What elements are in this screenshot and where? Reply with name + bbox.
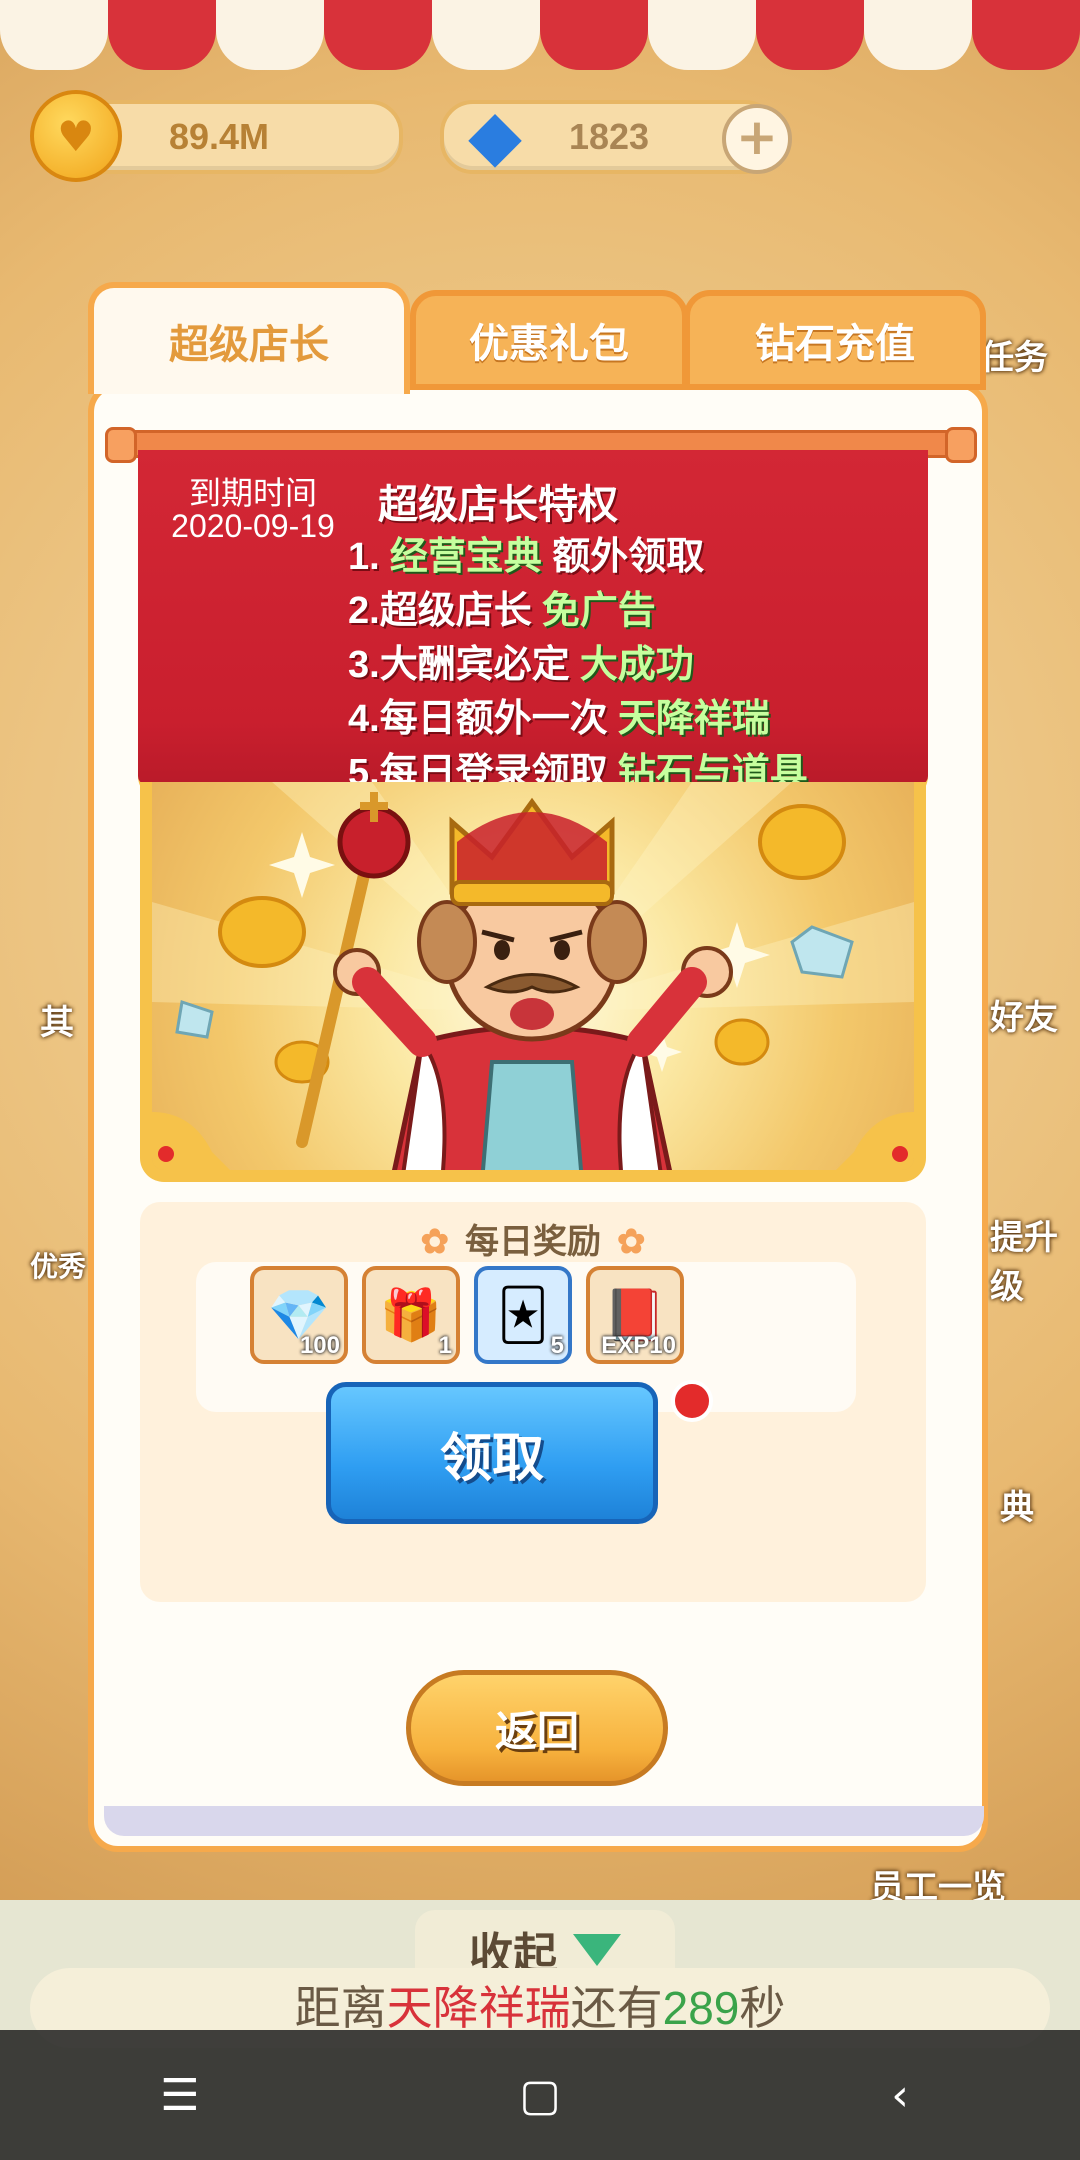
- reward-item-diamond[interactable]: 💎 100: [250, 1266, 348, 1364]
- reward-count: 1: [438, 1332, 452, 1359]
- notification-dot: [671, 1380, 713, 1422]
- tab-diamond-recharge[interactable]: 钻石充值: [684, 290, 986, 390]
- excellent-badge: 优秀: [30, 1251, 87, 1282]
- upgrade-label[interactable]: 提升级: [990, 1210, 1080, 1308]
- collapse-arrow-icon: [573, 1934, 621, 1966]
- reward-items: 💎 100 🎁 1 🃏 5 📕 EXP10: [250, 1266, 684, 1364]
- expire-date: 2020-09-19: [171, 508, 335, 544]
- card-icon: 🃏: [497, 1286, 549, 1344]
- privilege-title: 超级店长特权: [378, 483, 618, 527]
- reward-item-exp-book[interactable]: 📕 EXP10: [586, 1266, 684, 1364]
- reward-count: EXP10: [601, 1332, 676, 1359]
- tab-super-manager[interactable]: 超级店长: [88, 282, 410, 394]
- task-label[interactable]: 任务: [980, 330, 1048, 379]
- daily-reward-title: ✿ 每日奖励 ✿: [420, 1223, 646, 1261]
- privilege-item: 2.超级店长 免广告: [348, 590, 656, 632]
- reward-item-card[interactable]: 🃏 5: [474, 1266, 572, 1364]
- super-manager-dialog: 超级店长 优惠礼包 钻石充值 到期时间 2020-09-19 超级店长特权 1.…: [88, 282, 988, 1852]
- diamond-icon: ◆: [468, 94, 522, 176]
- star-icon: ✿: [420, 1223, 450, 1261]
- star-icon: ✿: [617, 1223, 646, 1261]
- menu-icon[interactable]: ☰: [130, 2045, 230, 2145]
- coin-amount: 89.4M: [168, 116, 270, 157]
- privilege-banner: 到期时间 2020-09-19 超级店长特权 1. 经营宝典 额外领取 2.超级店…: [138, 450, 928, 800]
- back-button[interactable]: 返回: [406, 1670, 668, 1786]
- reward-count: 100: [299, 1332, 340, 1359]
- privilege-list: 1. 经营宝典 额外领取 2.超级店长 免广告 3.大酬宾必定 大成功 4.每日额外一…: [348, 530, 808, 800]
- side-label-other[interactable]: 其: [40, 995, 74, 1044]
- reward-count: 5: [550, 1332, 564, 1359]
- claim-button[interactable]: 领取: [326, 1382, 658, 1524]
- add-gems-button[interactable]: +: [722, 104, 792, 174]
- friends-label[interactable]: 好友: [990, 990, 1058, 1039]
- privilege-item: 4.每日额外一次 天降祥瑞: [348, 698, 770, 740]
- shop-awning: [0, 0, 1080, 70]
- tab-discount-pack[interactable]: 优惠礼包: [410, 290, 688, 390]
- king-illustration: [140, 782, 926, 1182]
- gift-box-icon: 🎁: [379, 1286, 443, 1344]
- reward-item-gift[interactable]: 🎁 1: [362, 1266, 460, 1364]
- system-nav-bar: ☰ ▢ ‹: [0, 2030, 1080, 2160]
- back-arrow-icon[interactable]: ‹: [850, 2045, 950, 2145]
- guide-label[interactable]: 典: [1000, 1480, 1034, 1529]
- home-icon[interactable]: ▢: [490, 2045, 590, 2145]
- heart-coin-icon: ♥: [30, 90, 122, 182]
- gem-amount: 1823: [568, 116, 650, 157]
- privilege-item: 1. 经营宝典 额外领取: [348, 536, 705, 578]
- privilege-item: 3.大酬宾必定 大成功: [348, 644, 694, 686]
